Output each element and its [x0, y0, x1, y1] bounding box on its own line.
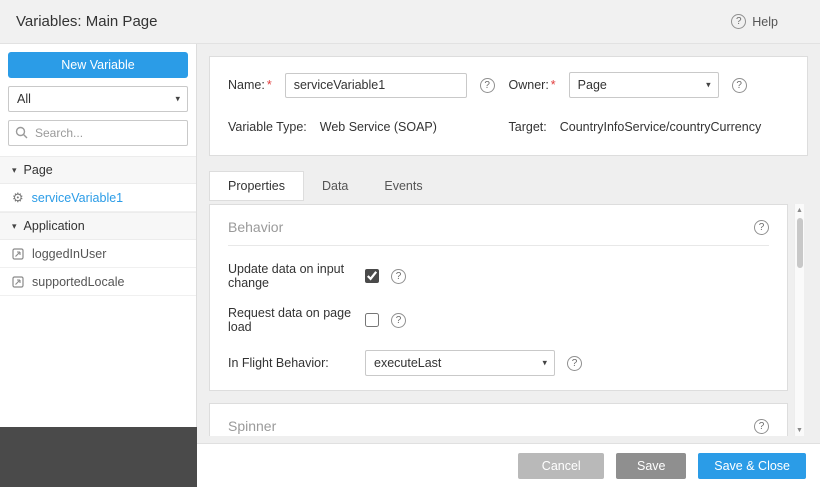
owner-label: Owner:*: [509, 78, 556, 92]
update-data-checkbox[interactable]: [365, 269, 379, 283]
tab-properties[interactable]: Properties: [209, 171, 304, 201]
page-title: Variables: Main Page: [16, 13, 157, 30]
scroll-down-icon[interactable]: ▼: [795, 424, 804, 436]
tree-item-label: serviceVariable1: [32, 191, 123, 205]
content-scrollbar[interactable]: ▲ ▼: [794, 204, 804, 436]
inflight-help-icon[interactable]: ?: [567, 356, 582, 371]
chevron-down-icon: ▾: [175, 94, 180, 105]
owner-value: Page: [578, 78, 607, 92]
variable-summary-card: Name:* ? Owner:* Page ▾ ? Variable Type:…: [209, 56, 808, 156]
behavior-help-icon[interactable]: ?: [754, 220, 769, 235]
name-help-icon[interactable]: ?: [480, 78, 495, 93]
update-data-label: Update data on input change: [228, 262, 365, 290]
spinner-section-title: Spinner: [228, 418, 276, 434]
web-service-variable-icon: ⚙: [12, 191, 24, 204]
name-input[interactable]: [285, 73, 467, 98]
name-label: Name:*: [228, 78, 272, 92]
help-link[interactable]: ? Help: [731, 14, 778, 29]
variable-type-value: Web Service (SOAP): [320, 120, 437, 134]
scroll-up-icon[interactable]: ▲: [795, 204, 804, 216]
tree-item-label: supportedLocale: [32, 275, 124, 289]
spinner-panel: Spinner ?: [209, 403, 788, 436]
dialog-header: Variables: Main Page ? Help: [0, 0, 820, 44]
caret-down-icon: ▾: [12, 221, 17, 232]
inflight-behavior-label: In Flight Behavior:: [228, 356, 365, 370]
save-and-close-button[interactable]: Save & Close: [698, 453, 806, 479]
search-input[interactable]: [8, 120, 188, 146]
owner-select[interactable]: Page ▾: [569, 72, 719, 98]
variable-type-label: Variable Type:: [228, 120, 307, 134]
properties-tab-content: Behavior ? Update data on input change ?…: [209, 204, 788, 436]
inflight-behavior-value: executeLast: [374, 356, 441, 370]
search-icon: [15, 126, 28, 139]
dialog-footer: Cancel Save Save & Close: [197, 443, 820, 487]
request-data-label: Request data on page load: [228, 306, 365, 334]
target-value: CountryInfoService/countryCurrency: [560, 120, 761, 134]
tree-item-loggedinuser[interactable]: loggedInUser: [0, 240, 196, 268]
new-variable-button[interactable]: New Variable: [8, 52, 188, 78]
request-data-help-icon[interactable]: ?: [391, 313, 406, 328]
chevron-down-icon: ▾: [706, 80, 711, 91]
session-variable-icon: [12, 248, 24, 260]
tree-item-label: loggedInUser: [32, 247, 106, 261]
behavior-section-title: Behavior: [228, 219, 283, 235]
tree-item-servicevariable1[interactable]: ⚙ serviceVariable1: [0, 184, 196, 212]
scrollbar-thumb[interactable]: [797, 218, 803, 268]
variables-tree: ▾ Page ⚙ serviceVariable1 ▾ Application …: [0, 156, 196, 296]
tree-group-label: Page: [24, 163, 53, 177]
owner-help-icon[interactable]: ?: [732, 78, 747, 93]
tree-item-supportedlocale[interactable]: supportedLocale: [0, 268, 196, 296]
variable-filter-value: All: [17, 92, 31, 106]
search-box: [8, 120, 188, 146]
tree-group-application[interactable]: ▾ Application: [0, 212, 196, 240]
help-label: Help: [752, 15, 778, 29]
request-data-checkbox[interactable]: [365, 313, 379, 327]
variable-detail-pane: Name:* ? Owner:* Page ▾ ? Variable Type:…: [197, 44, 820, 443]
backdrop-panel: [0, 427, 197, 487]
target-label: Target:: [509, 120, 547, 134]
help-icon[interactable]: ?: [731, 14, 746, 29]
update-data-help-icon[interactable]: ?: [391, 269, 406, 284]
variable-filter-select[interactable]: All ▾: [8, 86, 188, 112]
required-asterisk: *: [267, 78, 272, 92]
spinner-help-icon[interactable]: ?: [754, 419, 769, 434]
tab-data[interactable]: Data: [304, 171, 366, 201]
inflight-behavior-select[interactable]: executeLast ▾: [365, 350, 555, 376]
required-asterisk: *: [551, 78, 556, 92]
tree-group-page[interactable]: ▾ Page: [0, 156, 196, 184]
variables-sidebar: New Variable All ▾ ▾ Page ⚙ serviceVaria…: [0, 44, 197, 427]
chevron-down-icon: ▾: [542, 358, 547, 369]
caret-down-icon: ▾: [12, 165, 17, 176]
session-variable-icon: [12, 276, 24, 288]
tab-events[interactable]: Events: [366, 171, 440, 201]
save-button[interactable]: Save: [616, 453, 686, 479]
behavior-panel: Behavior ? Update data on input change ?…: [209, 204, 788, 391]
tree-group-label: Application: [24, 219, 85, 233]
detail-tabs: Properties Data Events: [209, 171, 441, 201]
cancel-button[interactable]: Cancel: [518, 453, 604, 479]
